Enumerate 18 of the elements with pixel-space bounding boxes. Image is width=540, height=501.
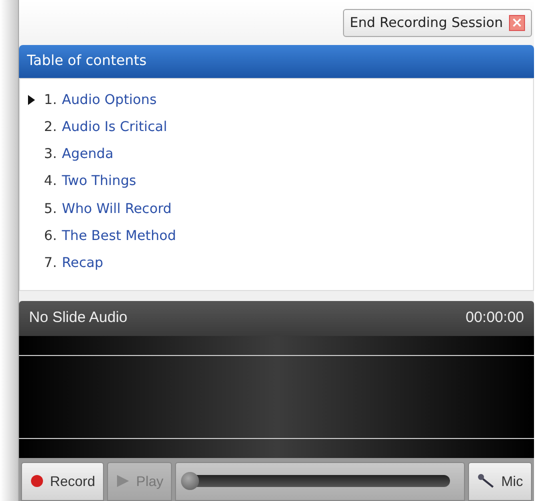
microphone-icon	[477, 473, 496, 490]
audio-status: No Slide Audio	[29, 308, 128, 328]
toc-item[interactable]: 2. Audio Is Critical	[20, 114, 533, 141]
toc-header: Table of contents	[19, 45, 534, 78]
toc-item[interactable]: 6. The Best Method	[20, 222, 533, 250]
mic-button[interactable]: Mic	[468, 462, 532, 501]
toc-item[interactable]: 7. Recap	[20, 249, 533, 277]
end-recording-session-button[interactable]: End Recording Session ×	[342, 8, 532, 37]
toc-item[interactable]: 1. Audio Options	[20, 86, 533, 114]
toc-item[interactable]: 5. Who Will Record	[20, 195, 533, 222]
play-icon	[116, 474, 130, 488]
record-icon	[30, 474, 44, 488]
audio-time: 00:00:00	[466, 308, 524, 328]
record-button[interactable]: Record	[21, 462, 104, 501]
seek-slider[interactable]	[175, 462, 466, 501]
toc-item[interactable]: 3. Agenda	[20, 140, 533, 168]
slider-thumb[interactable]	[181, 472, 200, 490]
toc-item[interactable]: 4. Two Things	[20, 168, 533, 196]
